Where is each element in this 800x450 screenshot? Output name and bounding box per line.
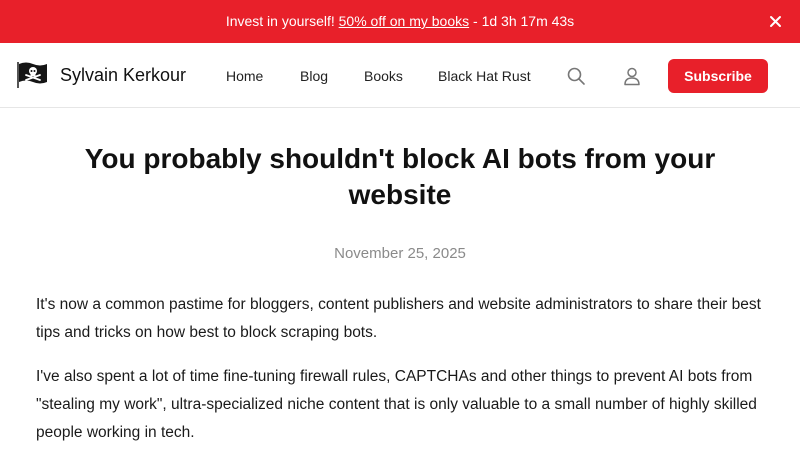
promo-countdown: - 1d 3h 17m 43s: [469, 13, 575, 29]
nav-black-hat-rust[interactable]: Black Hat Rust: [438, 68, 531, 84]
article-paragraph: I've also spent a lot of time fine-tunin…: [36, 368, 757, 441]
nav-blog[interactable]: Blog: [300, 68, 328, 84]
article-title: You probably shouldn't block AI bots fro…: [84, 143, 716, 210]
subscribe-button[interactable]: Subscribe: [668, 59, 768, 93]
promo-banner: Invest in yourself! 50% off on my books …: [0, 0, 800, 43]
site-name[interactable]: Sylvain Kerkour: [60, 65, 186, 86]
article-paragraph: It's now a common pastime for bloggers, …: [36, 296, 761, 341]
nav-home[interactable]: Home: [226, 68, 263, 84]
account-icon[interactable]: [622, 66, 642, 86]
promo-link[interactable]: 50% off on my books: [339, 13, 469, 29]
pirate-flag-logo[interactable]: [17, 61, 48, 88]
close-icon[interactable]: [769, 15, 782, 28]
promo-lead: Invest in yourself!: [225, 13, 339, 29]
site-header: Sylvain Kerkour Home Blog Books Black Ha…: [0, 43, 800, 108]
article-date: November 25, 2025: [334, 245, 466, 262]
search-icon[interactable]: [566, 66, 586, 86]
nav-books[interactable]: Books: [364, 68, 403, 84]
promo-text: Invest in yourself! 50% off on my books …: [0, 13, 800, 29]
